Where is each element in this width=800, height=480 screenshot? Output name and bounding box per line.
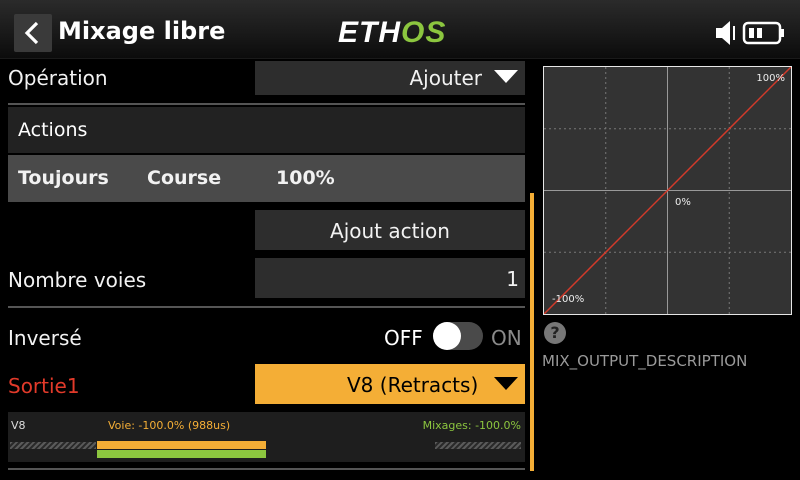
ethos-logo: ETHOS xyxy=(338,16,447,49)
monitor-hatch-right xyxy=(435,442,521,449)
monitor-channel: V8 xyxy=(11,419,26,432)
divider xyxy=(8,306,525,308)
monitor-mixages: Mixages: -100.0% xyxy=(422,419,521,432)
action-value: 100% xyxy=(276,167,335,189)
top-bar: Mixage libre ETHOS xyxy=(0,0,800,59)
divider xyxy=(8,103,525,105)
scroll-indicator[interactable] xyxy=(530,193,534,471)
channels-value: 1 xyxy=(506,267,519,291)
reverse-label: Inversé xyxy=(8,326,82,350)
speaker-muted-icon xyxy=(716,21,735,45)
output-label: Sortie1 xyxy=(8,374,80,398)
reverse-toggle-knob[interactable] xyxy=(433,322,461,350)
help-description: MIX_OUTPUT_DESCRIPTION xyxy=(542,352,748,370)
monitor-voie: Voie: -100.0% (988us) xyxy=(108,419,231,432)
operation-value: Ajouter xyxy=(409,66,482,90)
actions-title: Actions xyxy=(18,119,88,141)
add-action-button[interactable]: Ajout action xyxy=(255,210,525,250)
operation-dropdown[interactable]: Ajouter xyxy=(255,61,525,95)
add-action-label: Ajout action xyxy=(330,219,450,243)
action-condition: Toujours xyxy=(18,167,109,189)
help-icon[interactable]: ? xyxy=(544,322,566,344)
curve-label-max: 100% xyxy=(756,73,785,84)
back-button[interactable] xyxy=(14,14,52,52)
curve-grid xyxy=(544,67,791,314)
channels-number-field[interactable]: 1 xyxy=(255,258,525,298)
channel-monitor: V8 Voie: -100.0% (988us) Mixages: -100.0… xyxy=(8,412,525,462)
status-icons xyxy=(716,21,784,45)
action-row[interactable]: Toujours Course 100% xyxy=(8,155,525,202)
curve-label-mid: 0% xyxy=(675,197,691,208)
divider xyxy=(8,468,525,470)
output-dropdown[interactable]: V8 (Retracts) xyxy=(255,364,525,404)
monitor-hatch-left xyxy=(10,442,96,449)
channels-label: Nombre voies xyxy=(8,268,147,292)
chevron-down-icon xyxy=(494,377,518,390)
mix-curve-graph: 100% 0% -100% xyxy=(543,66,792,315)
reverse-off-label: OFF xyxy=(384,326,423,350)
reverse-on-label: ON xyxy=(491,326,522,350)
output-value: V8 (Retracts) xyxy=(347,373,479,397)
curve-label-min: -100% xyxy=(552,294,585,305)
voie-bar xyxy=(97,441,266,449)
battery-icon xyxy=(742,21,784,45)
actions-header: Actions xyxy=(8,107,525,153)
operation-label: Opération xyxy=(8,66,108,90)
back-arrow-icon xyxy=(24,21,39,45)
mixages-bar xyxy=(97,450,266,458)
page-title: Mixage libre xyxy=(58,17,226,45)
action-type: Course xyxy=(147,167,222,189)
chevron-down-icon xyxy=(494,70,518,83)
